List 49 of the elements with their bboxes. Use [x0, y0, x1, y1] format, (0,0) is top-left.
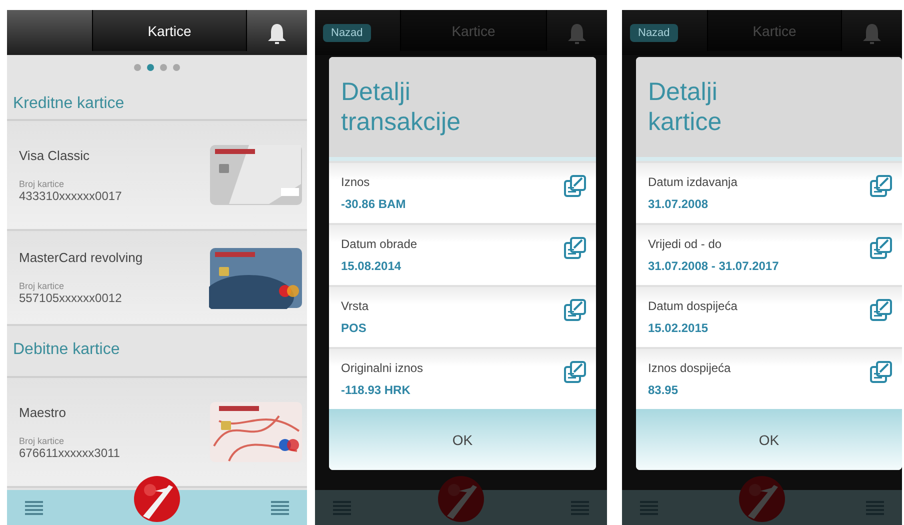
field-label: Originalni iznos	[341, 361, 424, 375]
field-value: -30.86 BAM	[341, 197, 406, 211]
card-number: 557105xxxxxx0012	[19, 291, 123, 305]
title-tab[interactable]: Kartice	[92, 10, 247, 51]
page-dot[interactable]	[134, 64, 141, 70]
page-dot[interactable]	[173, 64, 180, 70]
section-title: Kreditne kartice	[13, 95, 124, 113]
field-label: Datum obrade	[341, 237, 418, 251]
copy-icon[interactable]	[564, 361, 586, 383]
card-name: MasterCard revolving	[19, 250, 143, 265]
field-value: 31.07.2008 - 31.07.2017	[648, 259, 779, 273]
field-label: Datum dospijeća	[648, 299, 738, 313]
page-dot[interactable]	[147, 64, 154, 70]
card-number: 433310xxxxxx0017	[19, 188, 122, 202]
copy-icon[interactable]	[564, 175, 586, 197]
field-label: Iznos	[341, 175, 371, 189]
copy-icon[interactable]	[870, 361, 892, 383]
section-title: Debitne kartice	[13, 341, 120, 359]
ok-button[interactable]: OK	[329, 409, 596, 470]
field-value: POS	[341, 321, 368, 335]
card-number-label: Broj kartice	[19, 436, 66, 446]
back-button[interactable]: Nazad	[323, 24, 371, 42]
card-number-label: Broj kartice	[19, 178, 66, 188]
card-name: Maestro	[19, 404, 67, 420]
field-label: Vrsta	[341, 299, 369, 313]
menu-icon[interactable]	[25, 500, 43, 514]
field-value: 83.95	[648, 383, 680, 397]
field-value: 15.08.2014	[341, 259, 402, 273]
card-number-label: Broj kartice	[19, 281, 66, 291]
page-dot[interactable]	[160, 64, 167, 70]
logo-icon[interactable]	[133, 475, 181, 523]
copy-icon[interactable]	[870, 237, 892, 259]
ok-button[interactable]: OK	[636, 409, 902, 470]
copy-icon[interactable]	[870, 175, 892, 197]
field-label: Vrijedi od - do	[648, 237, 723, 251]
menu-icon[interactable]	[271, 500, 289, 514]
copy-icon[interactable]	[564, 237, 586, 259]
field-value: -118.93 HRK	[341, 383, 412, 397]
field-label: Iznos dospijeća	[648, 361, 731, 375]
copy-icon[interactable]	[564, 299, 586, 321]
dialog-title: Detalji transakcije	[341, 77, 462, 137]
copy-icon[interactable]	[870, 299, 892, 321]
field-label: Datum izdavanja	[648, 175, 738, 189]
field-value: 31.07.2008	[648, 197, 710, 211]
field-value: 15.02.2015	[648, 321, 710, 335]
dialog-title: Detalji kartice	[648, 77, 723, 137]
back-button[interactable]: Nazad	[630, 24, 678, 42]
card-number: 676611xxxxxx3011	[19, 446, 120, 460]
card-name: Visa Classic	[19, 148, 91, 162]
